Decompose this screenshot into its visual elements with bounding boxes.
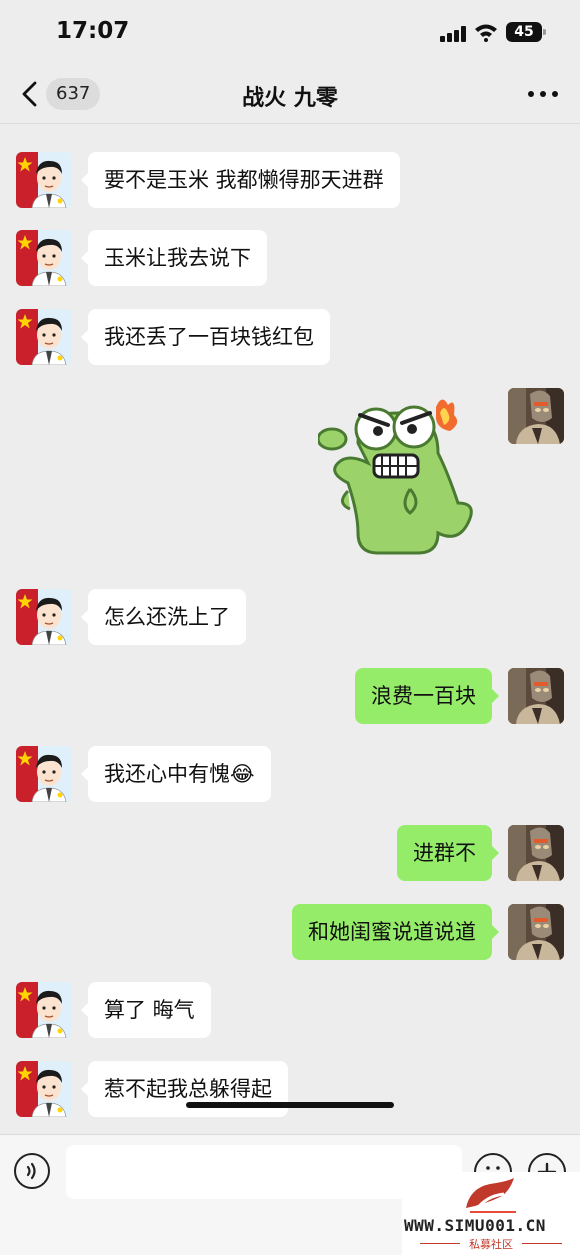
chat-title: 战火 九零 <box>242 86 338 111</box>
contact-avatar[interactable] <box>16 982 72 1038</box>
status-time: 17:07 <box>56 18 130 44</box>
received-message-bubble[interactable]: 怎么还洗上了 <box>81 589 246 645</box>
my-avatar[interactable] <box>508 825 564 881</box>
received-message-bubble[interactable]: 要不是玉米 我都懒得那天进群 <box>81 152 400 208</box>
contact-avatar[interactable] <box>16 230 72 286</box>
watermark: WWW.SIMU001.CN 私募社区 <box>402 1172 580 1255</box>
cellular-signal-icon <box>440 26 466 42</box>
more-options-icon[interactable] <box>528 86 558 102</box>
contact-avatar[interactable] <box>16 152 72 208</box>
received-message-bubble[interactable]: 我还心中有愧😂 <box>81 746 271 802</box>
my-avatar[interactable] <box>508 904 564 960</box>
watermark-label: 私募社区 <box>469 1238 513 1251</box>
watermark-site: WWW.SIMU001.CN <box>404 1216 546 1235</box>
contact-avatar[interactable] <box>16 746 72 802</box>
received-message-bubble[interactable]: 玉米让我去说下 <box>81 230 267 286</box>
battery-icon: 45 <box>506 22 546 42</box>
contact-avatar[interactable] <box>16 589 72 645</box>
contact-avatar[interactable] <box>16 1061 72 1117</box>
status-bar: 17:07 45 <box>0 0 580 64</box>
my-avatar[interactable] <box>508 388 564 444</box>
nav-bar: 637 战火 九零 <box>0 64 580 124</box>
contact-avatar[interactable] <box>16 309 72 365</box>
sent-message-bubble[interactable]: 进群不 <box>397 825 499 881</box>
received-message-bubble[interactable]: 我还丢了一百块钱红包 <box>81 309 330 365</box>
sent-message-bubble[interactable]: 浪费一百块 <box>355 668 499 724</box>
watermark-divider <box>522 1243 562 1244</box>
received-message-bubble[interactable]: 算了 晦气 <box>81 982 211 1038</box>
my-avatar[interactable] <box>508 668 564 724</box>
watermark-logo-icon <box>466 1178 516 1213</box>
received-message-bubble[interactable]: 惹不起我总躲得起 <box>81 1061 288 1117</box>
wifi-icon <box>475 24 497 42</box>
angry-crocodile-sticker[interactable] <box>318 393 478 559</box>
home-indicator <box>186 1102 394 1108</box>
sent-message-bubble[interactable]: 和她闺蜜说道说道 <box>292 904 499 960</box>
voice-input-icon[interactable] <box>14 1153 50 1189</box>
